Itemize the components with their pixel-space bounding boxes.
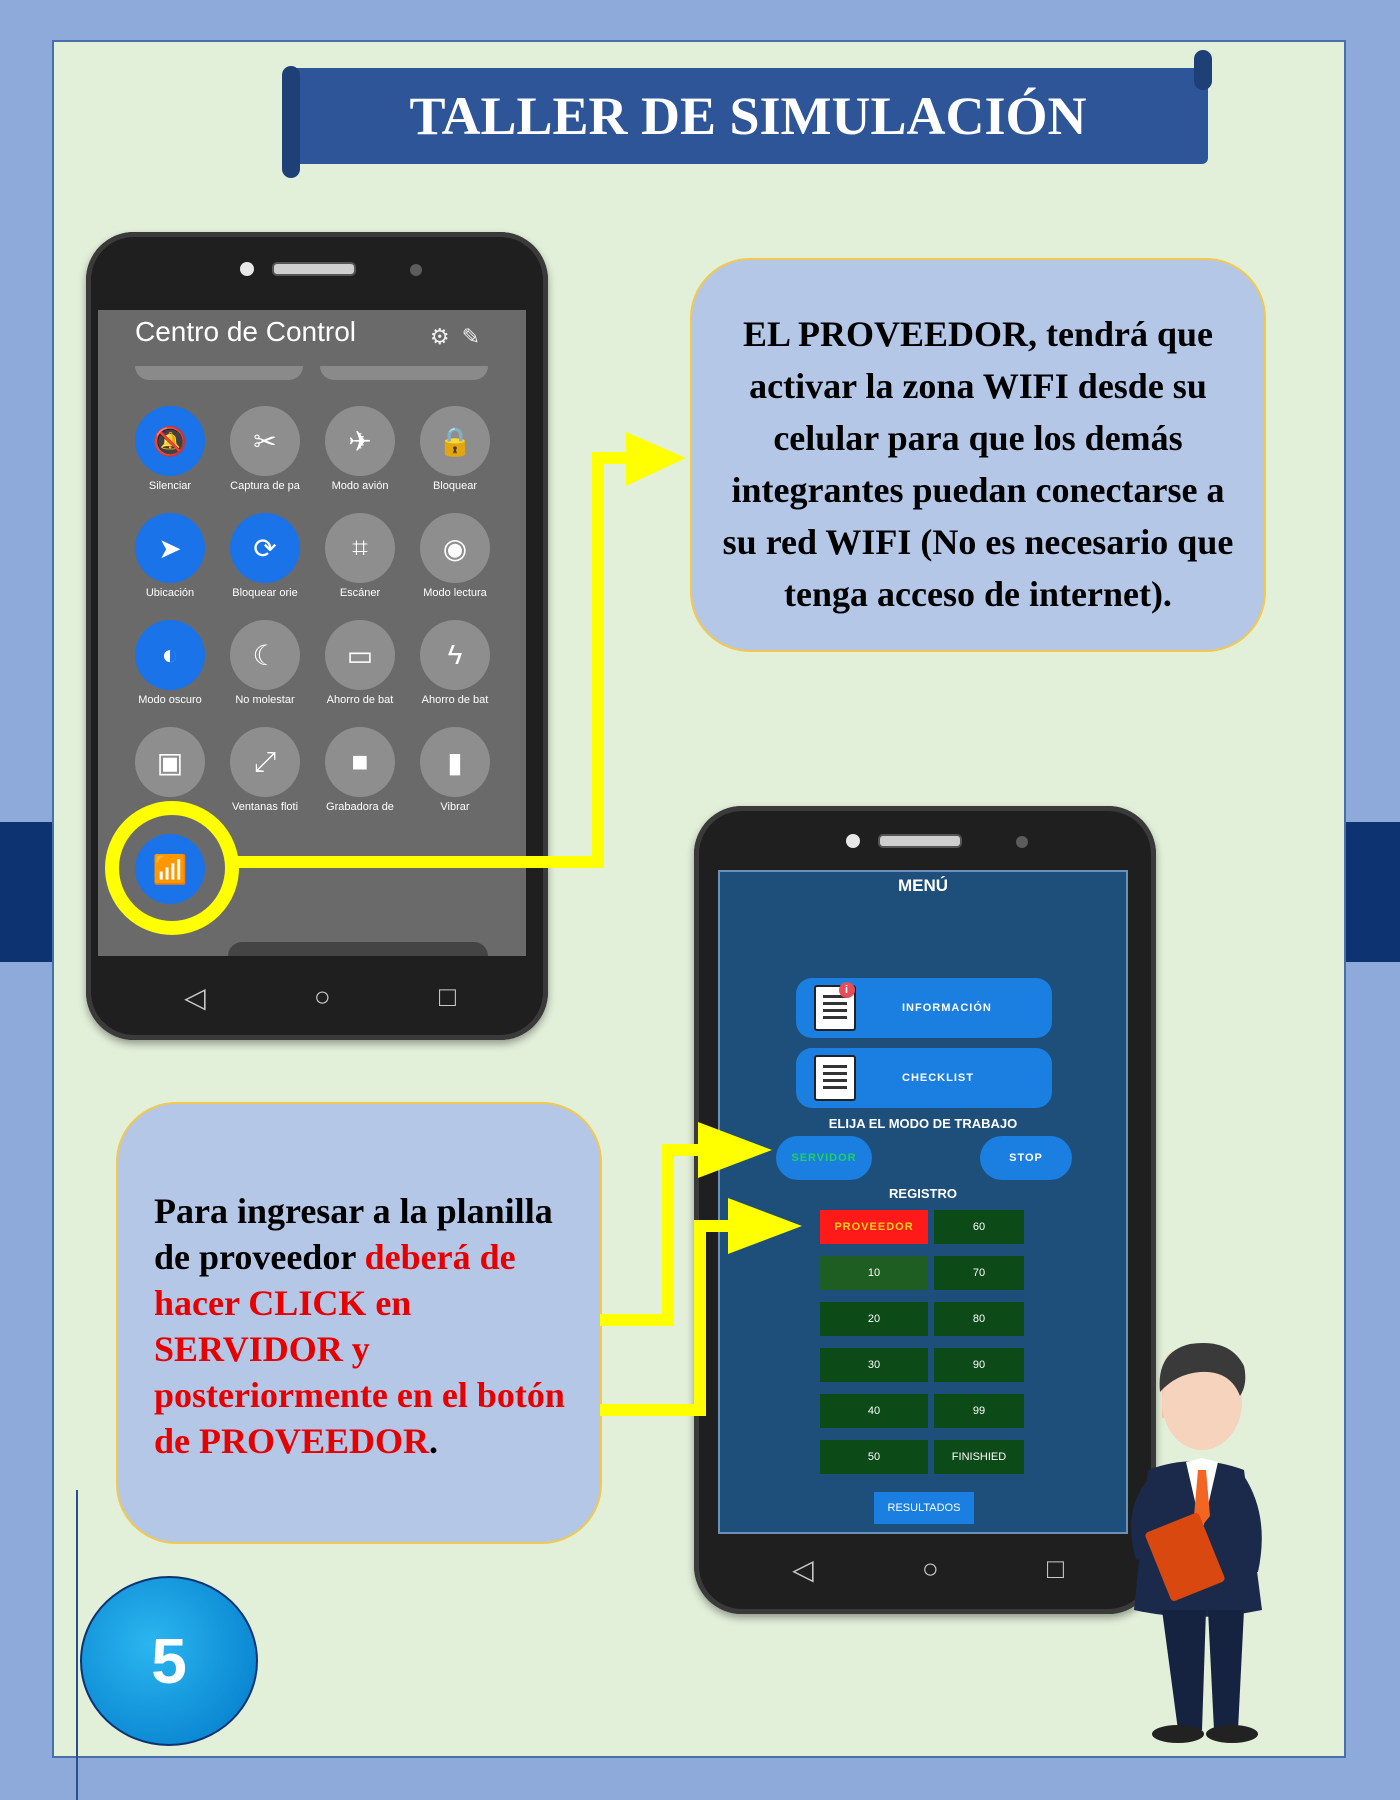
wifi-highlight-circle xyxy=(105,801,239,935)
arrowhead-servidor xyxy=(698,1122,772,1178)
arrow-wifi-to-callout xyxy=(232,452,630,868)
annotation-arrows xyxy=(105,432,1262,1743)
arrowhead-callout xyxy=(626,432,686,486)
businessman-illustration xyxy=(1131,1342,1262,1743)
arrow-to-servidor xyxy=(600,1144,700,1326)
page-number-badge: 5 xyxy=(80,1576,258,1746)
arrowhead-proveedor xyxy=(728,1198,802,1254)
